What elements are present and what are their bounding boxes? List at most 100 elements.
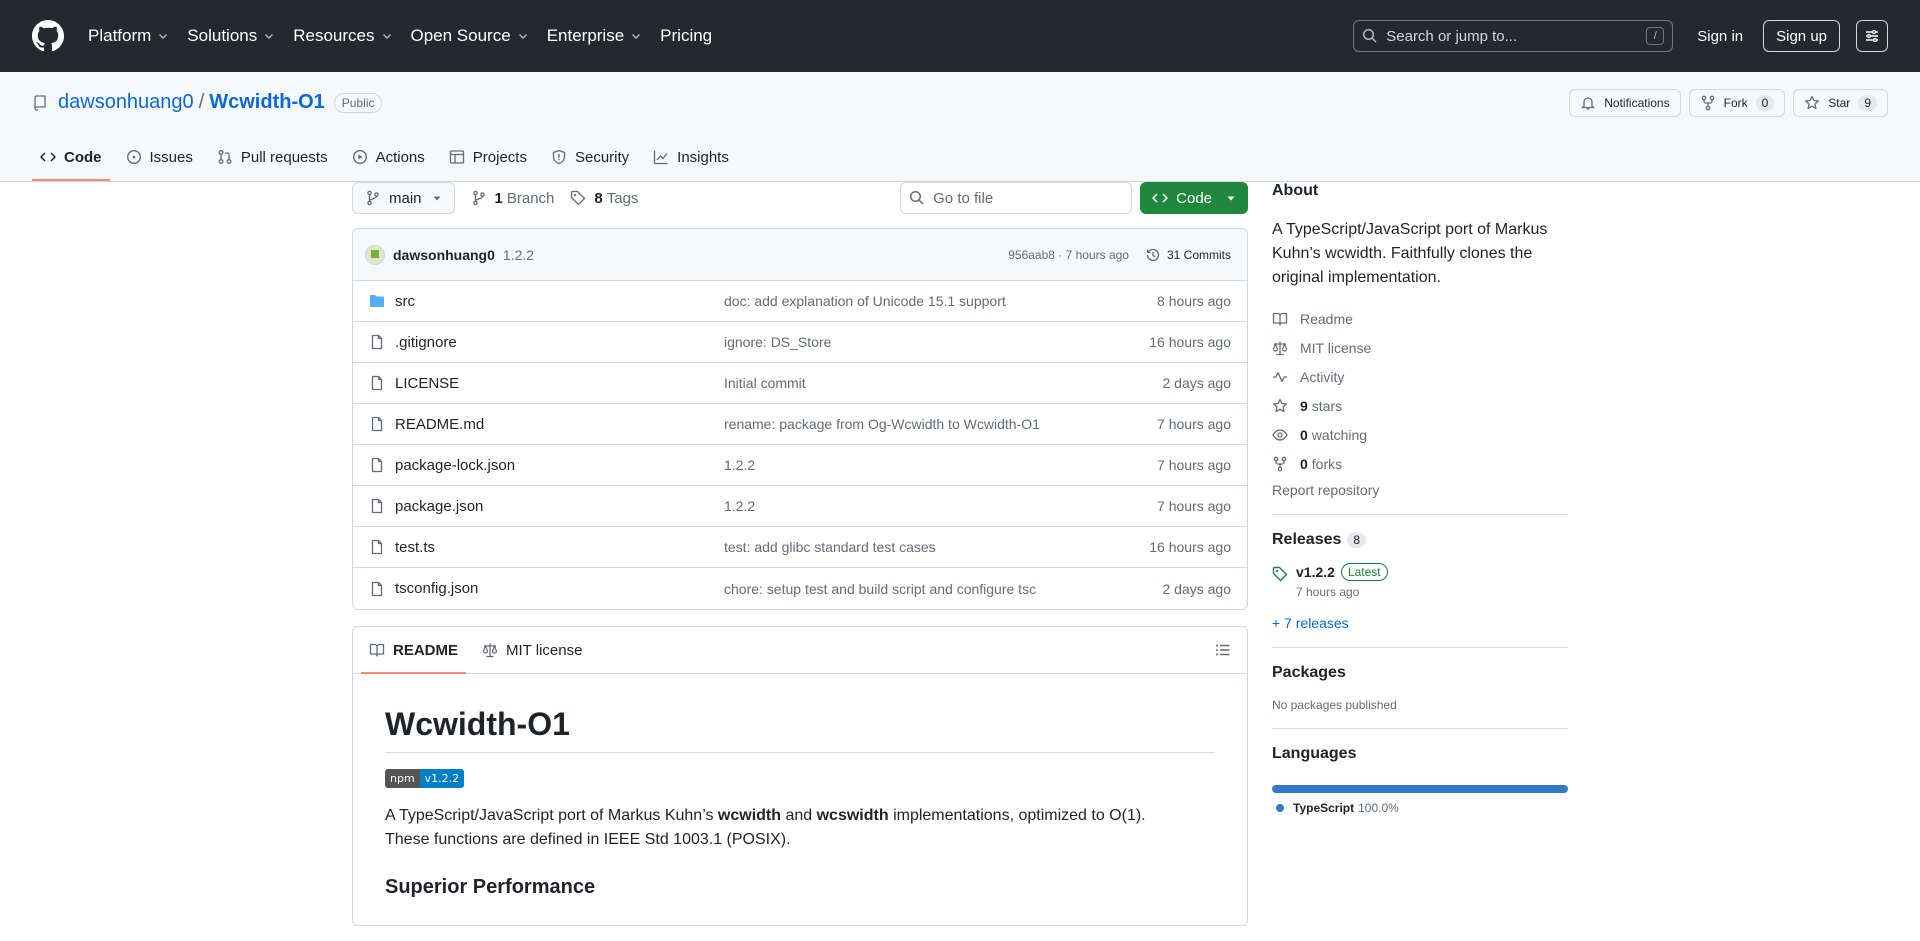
file-commit-message[interactable]: ignore: DS_Store xyxy=(724,334,1149,350)
main-column: main 1 Branch 8 Tags Go to file Code daw… xyxy=(352,182,1248,926)
latest-release[interactable]: v1.2.2 Latest 7 hours ago xyxy=(1272,563,1568,599)
tab-label: Insights xyxy=(677,148,729,166)
repo-name-link[interactable]: Wcwidth-O1 xyxy=(209,91,325,114)
tab-issues[interactable]: Issues xyxy=(118,133,201,181)
file-name-link[interactable]: .gitignore xyxy=(369,334,724,351)
tab-label: Issues xyxy=(149,148,193,166)
nav-open-source[interactable]: Open Source xyxy=(411,26,529,46)
latest-commit-row: dawsonhuang0 1.2.2 956aab8 · 7 hours ago… xyxy=(353,229,1247,281)
repo-owner-link[interactable]: dawsonhuang0 xyxy=(58,91,194,114)
file-toolbar: main 1 Branch 8 Tags Go to file Code xyxy=(352,182,1248,214)
tab-label: Code xyxy=(64,148,102,166)
tab-license[interactable]: MIT license xyxy=(474,627,590,673)
file-commit-message[interactable]: 1.2.2 xyxy=(724,498,1157,514)
triangle-down-icon xyxy=(1227,196,1235,201)
file-commit-time: 16 hours ago xyxy=(1149,539,1231,555)
star-button[interactable]: Star 9 xyxy=(1793,89,1888,117)
tab-pull-requests[interactable]: Pull requests xyxy=(209,133,336,181)
report-repository-link[interactable]: Report repository xyxy=(1272,482,1568,498)
commit-hash-time[interactable]: 956aab8 · 7 hours ago xyxy=(1008,248,1129,262)
branch-selector[interactable]: main xyxy=(352,182,455,214)
star-icon xyxy=(1273,398,1287,412)
file-name-link[interactable]: README.md xyxy=(369,416,724,433)
file-browser: dawsonhuang0 1.2.2 956aab8 · 7 hours ago… xyxy=(352,228,1248,610)
tab-readme[interactable]: README xyxy=(361,627,467,674)
github-logo-icon[interactable] xyxy=(32,20,64,52)
nav-platform[interactable]: Platform xyxy=(88,26,169,46)
release-title-row: v1.2.2 Latest xyxy=(1296,563,1388,581)
file-name: .gitignore xyxy=(395,333,457,351)
file-name: package.json xyxy=(395,497,484,515)
sign-in-link[interactable]: Sign in xyxy=(1697,28,1743,45)
tab-code[interactable]: Code xyxy=(32,133,110,181)
code-dropdown-button[interactable]: Code xyxy=(1140,182,1248,214)
list-icon[interactable] xyxy=(1215,642,1231,658)
file-name-link[interactable]: test.ts xyxy=(369,539,724,556)
sign-up-button[interactable]: Sign up xyxy=(1763,20,1840,52)
file-row: test.ts test: add glibc standard test cas… xyxy=(353,527,1247,568)
npm-version-badge[interactable]: npm v1.2.2 xyxy=(385,769,465,788)
file-row: src doc: add explanation of Unicode 15.1 … xyxy=(353,281,1247,322)
appearance-settings-button[interactable] xyxy=(1856,20,1888,52)
divider xyxy=(1272,728,1568,729)
pulse-icon xyxy=(1273,371,1287,382)
releases-heading[interactable]: Releases 8 xyxy=(1272,531,1568,549)
tags-link[interactable]: 8 Tags xyxy=(570,190,638,207)
language-item[interactable]: TypeScript 100.0% xyxy=(1272,801,1568,815)
file-name-link[interactable]: package.json xyxy=(369,498,724,515)
file-commit-message[interactable]: Initial commit xyxy=(724,375,1163,391)
go-to-file-input[interactable]: Go to file xyxy=(900,182,1133,214)
file-commit-message[interactable]: test: add glibc standard test cases xyxy=(724,539,1149,555)
issue-icon xyxy=(126,149,141,165)
shield-icon xyxy=(552,149,566,165)
nav-resources[interactable]: Resources xyxy=(293,26,392,46)
packages-heading[interactable]: Packages xyxy=(1272,664,1568,682)
commits-count: 31 Commits xyxy=(1166,247,1231,262)
file-commit-message[interactable]: doc: add explanation of Unicode 15.1 sup… xyxy=(724,293,1157,309)
readme-title: Wcwidth-O1 xyxy=(385,706,1215,753)
global-search-input[interactable]: Search or jump to... / xyxy=(1353,20,1674,52)
commits-history-link[interactable]: 31 Commits xyxy=(1145,247,1231,263)
commit-message-link[interactable]: 1.2.2 xyxy=(503,247,534,263)
file-commit-message[interactable]: chore: setup test and build script and c… xyxy=(724,581,1163,597)
file-name-link[interactable]: tsconfig.json xyxy=(369,580,724,597)
commit-author-link[interactable]: dawsonhuang0 xyxy=(393,247,495,263)
file-commit-message[interactable]: 1.2.2 xyxy=(724,457,1157,473)
releases-title: Releases xyxy=(1272,531,1342,548)
branches-link[interactable]: 1 Branch xyxy=(471,190,554,207)
tab-actions[interactable]: Actions xyxy=(344,133,433,181)
fork-icon xyxy=(1701,95,1714,111)
avatar[interactable] xyxy=(365,244,385,265)
chevron-down-icon xyxy=(265,34,274,39)
star-icon xyxy=(1805,95,1820,110)
forks-link[interactable]: 0 forks xyxy=(1272,449,1568,478)
release-name: v1.2.2 xyxy=(1296,564,1335,580)
tab-security[interactable]: Security xyxy=(543,133,637,181)
nav-solutions[interactable]: Solutions xyxy=(187,26,275,46)
stars-link[interactable]: 9 stars xyxy=(1272,391,1568,420)
intro-text: implementations, optimized to O(1). xyxy=(888,807,1146,824)
more-releases-link[interactable]: + 7 releases xyxy=(1272,615,1568,631)
fork-button[interactable]: Fork 0 xyxy=(1688,89,1786,117)
tab-insights[interactable]: Insights xyxy=(645,133,737,181)
releases-count: 8 xyxy=(1347,532,1367,548)
file-name: src xyxy=(395,292,415,310)
readme-link[interactable]: Readme xyxy=(1272,304,1568,333)
file-name: README.md xyxy=(395,415,485,433)
file-name-link[interactable]: src xyxy=(369,293,724,310)
file-commit-message[interactable]: rename: package from Og-Wcwidth to Wcwid… xyxy=(724,416,1157,432)
watching-link[interactable]: 0 watching xyxy=(1272,420,1568,449)
notifications-button[interactable]: Notifications xyxy=(1569,89,1681,117)
file-row: package.json 1.2.2 7 hours ago xyxy=(353,486,1247,527)
nav-label: Resources xyxy=(293,26,375,45)
nav-pricing[interactable]: Pricing xyxy=(660,26,712,46)
tab-projects[interactable]: Projects xyxy=(441,133,535,181)
nav-enterprise[interactable]: Enterprise xyxy=(547,26,642,46)
file-name-link[interactable]: LICENSE xyxy=(369,375,724,392)
license-link[interactable]: MIT license xyxy=(1272,333,1568,362)
file-row: package-lock.json 1.2.2 7 hours ago xyxy=(353,445,1247,486)
commit-meta: 956aab8 · 7 hours ago 31 Commits xyxy=(1008,247,1231,263)
activity-link[interactable]: Activity xyxy=(1272,362,1568,391)
tab-label: Pull requests xyxy=(240,148,328,166)
file-name-link[interactable]: package-lock.json xyxy=(369,457,724,474)
